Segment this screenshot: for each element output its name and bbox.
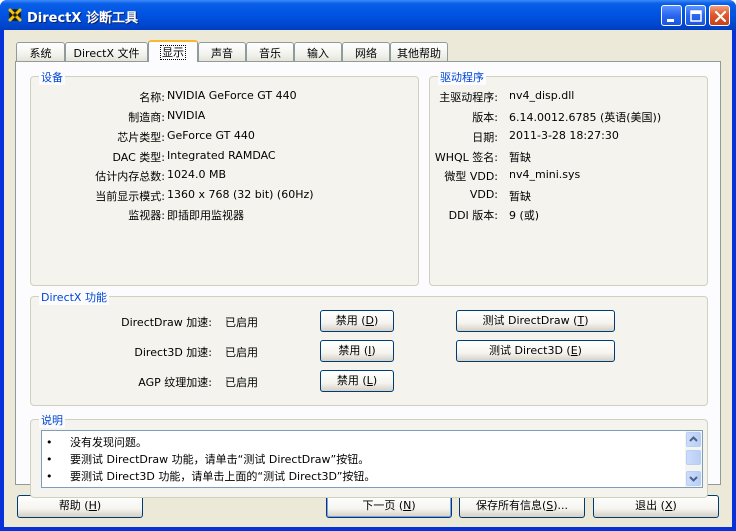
driver-whql-value: 暂缺 bbox=[509, 151, 531, 164]
driver-date-label: 日期: bbox=[472, 131, 498, 144]
device-manufacturer-label: 制造商: bbox=[128, 111, 165, 124]
tab-network[interactable]: 网络 bbox=[342, 42, 390, 61]
device-memory-label: 估计内存总数: bbox=[95, 170, 165, 183]
notes-group-title: 说明 bbox=[39, 412, 65, 428]
driver-version-label: 版本: bbox=[472, 111, 498, 124]
agp-accel-label: AGP 纹理加速: bbox=[138, 376, 212, 389]
device-name-value: NVIDIA GeForce GT 440 bbox=[167, 89, 297, 102]
driver-vdd-value: 暂缺 bbox=[509, 190, 531, 203]
disable-direct3d-button[interactable]: 禁用 (I) bbox=[320, 340, 394, 362]
directdraw-accel-status: 已启用 bbox=[225, 316, 258, 329]
scroll-thumb[interactable] bbox=[686, 450, 701, 465]
device-monitor-value: 即插即用监视器 bbox=[167, 209, 244, 222]
agp-accel-status: 已启用 bbox=[225, 376, 258, 389]
maximize-icon bbox=[690, 10, 702, 22]
driver-vdd-label: VDD: bbox=[469, 188, 498, 201]
device-dac-label: DAC 类型: bbox=[112, 151, 166, 164]
driver-ddi-label: DDI 版本: bbox=[448, 209, 498, 222]
notes-scrollbar[interactable] bbox=[685, 431, 702, 487]
device-group: 设备 名称: NVIDIA GeForce GT 440 制造商: NVIDIA… bbox=[30, 69, 419, 286]
note-line: • 要测试 DirectDraw 功能，请单击“测试 DirectDraw”按钮。 bbox=[46, 453, 370, 466]
minimize-button[interactable] bbox=[661, 5, 682, 26]
bullet-icon: • bbox=[46, 453, 53, 466]
minimize-icon bbox=[667, 19, 674, 22]
test-directdraw-button[interactable]: 测试 DirectDraw (T) bbox=[456, 310, 615, 332]
driver-mini-vdd-value: nv4_mini.sys bbox=[509, 168, 581, 181]
device-display-mode-value: 1360 x 768 (32 bit) (60Hz) bbox=[167, 188, 314, 201]
directx-logo-icon bbox=[8, 8, 22, 22]
driver-ddi-value: 9 (或) bbox=[509, 209, 540, 222]
device-manufacturer-value: NVIDIA bbox=[167, 109, 206, 122]
tab-display[interactable]: 显示 bbox=[148, 40, 198, 62]
tab-music[interactable]: 音乐 bbox=[246, 42, 294, 61]
direct3d-accel-status: 已启用 bbox=[225, 346, 258, 359]
driver-whql-label: WHQL 签名: bbox=[434, 151, 498, 164]
driver-group-title: 驱动程序 bbox=[438, 69, 486, 85]
driver-main-value: nv4_disp.dll bbox=[509, 89, 575, 102]
dialog-client-area: 系统 DirectX 文件 显示 声音 音乐 输入 网络 其他帮助 设备 名称:… bbox=[4, 30, 732, 527]
scroll-down-button[interactable] bbox=[686, 471, 701, 486]
maximize-button[interactable] bbox=[685, 5, 706, 26]
exit-button[interactable]: 退出 (X) bbox=[593, 495, 719, 518]
tab-directx-files[interactable]: DirectX 文件 bbox=[65, 42, 148, 61]
tab-sound[interactable]: 声音 bbox=[198, 42, 246, 61]
driver-version-value: 6.14.0012.6785 (英语(美国)) bbox=[509, 111, 662, 124]
device-monitor-label: 监视器: bbox=[128, 209, 165, 222]
save-all-info-button[interactable]: 保存所有信息(S)... bbox=[459, 495, 585, 518]
arrow-up-icon bbox=[689, 436, 698, 442]
device-name-label: 名称: bbox=[139, 91, 165, 104]
bullet-icon: • bbox=[46, 470, 53, 483]
next-page-button[interactable]: 下一页 (N) bbox=[326, 495, 452, 518]
driver-mini-vdd-label: 微型 VDD: bbox=[444, 170, 498, 183]
notes-textbox[interactable]: • 没有发现问题。 • 要测试 DirectDraw 功能，请单击“测试 Direc… bbox=[41, 430, 703, 488]
notes-group: 说明 • 没有发现问题。 • 要测试 DirectDraw 功能，请单击“测试 Di… bbox=[30, 412, 708, 498]
note-line: • 要测试 Direct3D 功能，请单击上面的“测试 Direct3D”按钮。 bbox=[46, 470, 376, 483]
tab-more-help[interactable]: 其他帮助 bbox=[390, 42, 448, 61]
directx-features-group: DirectX 功能 DirectDraw 加速: 已启用 禁用 (D) 测试 … bbox=[30, 289, 708, 406]
device-dac-value: Integrated RAMDAC bbox=[167, 149, 276, 162]
scroll-up-button[interactable] bbox=[686, 432, 701, 447]
disable-agp-button[interactable]: 禁用 (L) bbox=[320, 370, 394, 392]
close-icon bbox=[714, 10, 727, 23]
disable-directdraw-button[interactable]: 禁用 (D) bbox=[320, 310, 394, 332]
close-button[interactable] bbox=[709, 5, 730, 26]
directx-diag-window: DirectX 诊断工具 系统 DirectX 文件 显示 声音 音乐 输入 网… bbox=[0, 0, 736, 531]
device-chip-value: GeForce GT 440 bbox=[167, 129, 255, 142]
driver-main-label: 主驱动程序: bbox=[439, 91, 498, 104]
tab-system[interactable]: 系统 bbox=[16, 42, 65, 61]
note-line: • 没有发现问题。 bbox=[46, 436, 147, 449]
driver-date-value: 2011-3-28 18:27:30 bbox=[509, 129, 619, 142]
bullet-icon: • bbox=[46, 436, 53, 449]
directdraw-accel-label: DirectDraw 加速: bbox=[121, 316, 212, 329]
tab-input[interactable]: 输入 bbox=[294, 42, 342, 61]
device-group-title: 设备 bbox=[39, 69, 65, 85]
window-title: DirectX 诊断工具 bbox=[27, 11, 138, 26]
title-bar[interactable]: DirectX 诊断工具 bbox=[0, 0, 736, 30]
device-display-mode-label: 当前显示模式: bbox=[95, 190, 165, 203]
device-chip-label: 芯片类型: bbox=[117, 131, 165, 144]
device-memory-value: 1024.0 MB bbox=[167, 168, 227, 181]
direct3d-accel-label: Direct3D 加速: bbox=[134, 346, 212, 359]
test-direct3d-button[interactable]: 测试 Direct3D (E) bbox=[456, 340, 615, 362]
display-tab-panel: 设备 名称: NVIDIA GeForce GT 440 制造商: NVIDIA… bbox=[15, 61, 721, 498]
driver-group: 驱动程序 主驱动程序: nv4_disp.dll 版本: 6.14.0012.6… bbox=[429, 69, 708, 286]
arrow-down-icon bbox=[689, 476, 698, 482]
help-button[interactable]: 帮助 (H) bbox=[17, 495, 143, 518]
features-group-title: DirectX 功能 bbox=[39, 289, 109, 305]
